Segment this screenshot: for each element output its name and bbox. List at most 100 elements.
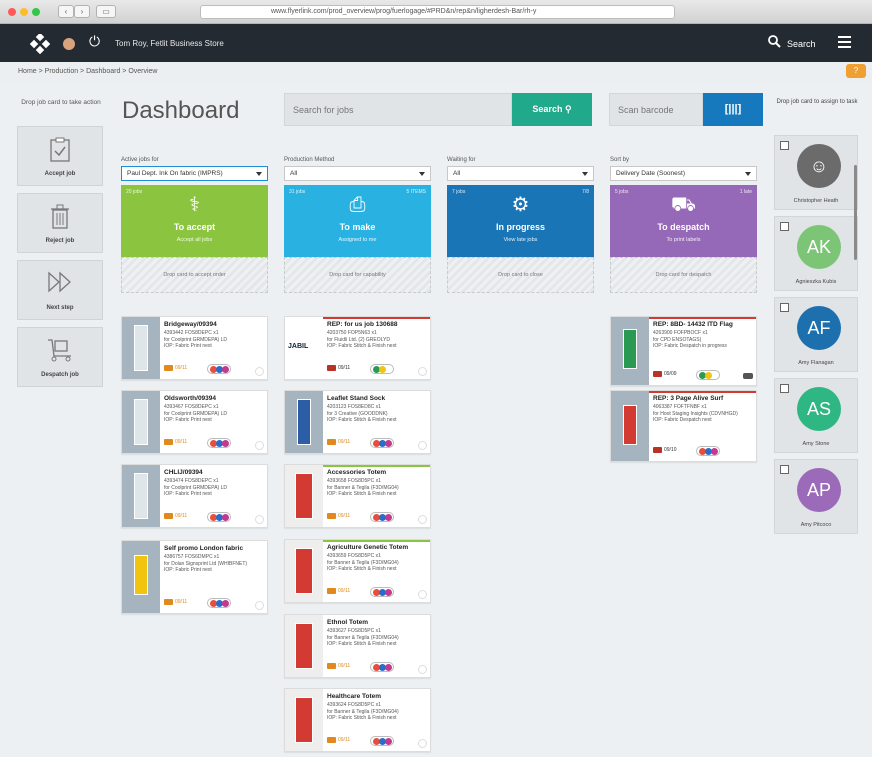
assign-column: Drop job card to assign to task [772, 98, 862, 128]
sidebar-toggle-icon[interactable]: ▭ [96, 5, 116, 18]
assignee-checkbox[interactable] [780, 222, 789, 231]
stage-to-make[interactable]: 31 jobs 5 ITEMS ⎙ To make Assigned to me [284, 185, 431, 257]
header-search-button[interactable]: Search [787, 39, 816, 49]
production-method-select[interactable]: All [284, 166, 431, 181]
job-card[interactable]: Accessories Totem 4393658 FOS8D5PC x1 for… [284, 464, 431, 528]
job-meta: 4393442 FOS8DEPC x1 for Coolprint GRMDEPA… [164, 330, 264, 350]
breadcrumb[interactable]: Home > Production > Dashboard > Overview [0, 62, 872, 82]
printer-icon: ⎙ [349, 194, 366, 216]
back-icon[interactable]: ‹ [58, 5, 74, 18]
help-tab[interactable]: ? [846, 64, 866, 78]
select-card-checkbox[interactable] [418, 665, 427, 674]
assignee-photo: ☺ [797, 144, 841, 188]
sort-by-select[interactable]: Delivery Date (Soonest) [610, 166, 757, 181]
select-card-checkbox[interactable] [418, 590, 427, 599]
logo-icon[interactable] [30, 34, 50, 54]
job-meta: 4386757 FOS6DMPC x1 for Dolan Signsprint … [164, 554, 264, 574]
assignee-card[interactable]: AF Amy Flanagan [774, 297, 858, 372]
select-card-checkbox[interactable] [255, 515, 264, 524]
job-thumbnail [122, 391, 160, 453]
job-card[interactable]: JABIL REP: for us job 130688 4203750 FOP… [284, 316, 431, 380]
assignee-checkbox[interactable] [780, 384, 789, 393]
assignee-checkbox[interactable] [780, 465, 789, 474]
job-card[interactable]: Ethnol Totem 4393627 FOS8D5PC x1 for Bann… [284, 614, 431, 678]
job-card[interactable]: REP: 8BD- 14432 ITD Flag 4263900 FOFPBOC… [610, 316, 757, 386]
hamburger-menu-icon[interactable] [838, 36, 851, 51]
stage-sub-link[interactable]: View late jobs [447, 237, 594, 243]
filter-label: Active jobs for [121, 157, 159, 163]
assignee-card[interactable]: AK Agnieszka Kubis [774, 216, 858, 291]
stage-sub-link[interactable]: Assigned to me [284, 237, 431, 243]
job-title: REP: 8BD- 14432 ITD Flag [653, 321, 733, 328]
job-status: IOP: Fabric Stitch & Finish next [327, 491, 397, 497]
job-meta: 4393658 FOS8D5PC x1 for Banner & Tegila (… [327, 478, 427, 498]
accept-job-target[interactable]: Accept job [17, 126, 103, 186]
stage-sub-link[interactable]: Accept all jobs [121, 237, 268, 243]
drop-zone[interactable]: Drop card for despatch [610, 257, 757, 293]
job-card[interactable]: Oldsworth/09394 4393467 FOS8DEPC x1 for C… [121, 390, 268, 454]
address-bar[interactable]: www.flyerlink.com/prod_overview/prog/fue… [200, 5, 675, 19]
select-card-checkbox[interactable] [418, 441, 427, 450]
filter-label: Sort by [610, 157, 630, 163]
assignee-card[interactable]: AS Amy Stone [774, 378, 858, 453]
despatch-job-target[interactable]: Despatch job [17, 327, 103, 387]
search-icon[interactable] [768, 35, 781, 48]
due-date: 09/11 [338, 365, 351, 371]
job-status: IOP: Fabric Stitch & Finish next [327, 715, 397, 721]
card-footer: 09/11 [164, 512, 264, 522]
accept-job-label: Accept job [44, 171, 76, 177]
stage-to-accept[interactable]: 20 jobs ⚕ To accept Accept all jobs [121, 185, 268, 257]
select-card-checkbox[interactable] [418, 515, 427, 524]
job-card[interactable]: Self promo London fabric 4386757 FOS6DMP… [121, 540, 268, 614]
job-card[interactable]: Healthcare Totem 4393624 FOS8D5PC x1 for … [284, 688, 431, 752]
power-icon[interactable]: ⏻ [89, 33, 100, 50]
next-step-target[interactable]: Next step [17, 260, 103, 320]
barcode-scan-button[interactable]: [|||] [703, 93, 763, 126]
magnifier-icon: ⚲ [564, 104, 572, 114]
job-card[interactable]: CHLIJ/09394 4393474 FOS8DEPC x1 for Coolp… [121, 464, 268, 528]
job-meta: 4393627 FOS8D5PC x1 for Banner & Tegila (… [327, 628, 427, 648]
column-to-make: Production Method All 31 jobs 5 ITEMS ⎙ … [284, 157, 431, 293]
job-card[interactable]: Bridgeway/09394 4393442 FOS8DEPC x1 for C… [121, 316, 268, 380]
reject-job-target[interactable]: Reject job [17, 193, 103, 253]
assignee-checkbox[interactable] [780, 141, 789, 150]
active-jobs-select[interactable]: Paul Dept. Ink On fabric (IMPRS) [121, 166, 268, 181]
close-window-icon[interactable] [8, 8, 16, 16]
select-card-checkbox[interactable] [255, 601, 264, 610]
stage-sub-link[interactable]: To print labels [610, 237, 757, 243]
stage-to-despatch[interactable]: 5 jobs 1 late ⛟ To despatch To print lab… [610, 185, 757, 257]
minimize-window-icon[interactable] [20, 8, 28, 16]
assignee-checkbox[interactable] [780, 303, 789, 312]
job-search-button[interactable]: Search ⚲ [512, 93, 592, 126]
select-card-checkbox[interactable] [255, 367, 264, 376]
job-card[interactable]: REP: 3 Page Alive Surf 4063387 FOFTFNBF … [610, 390, 757, 462]
assignee-card[interactable]: ☺ Christopher Heath [774, 135, 858, 210]
column-to-accept: Active jobs for Paul Dept. Ink On fabric… [121, 157, 268, 293]
job-title: Accessories Totem [327, 469, 387, 476]
user-avatar[interactable] [63, 38, 75, 50]
stage-in-progress[interactable]: 7 jobs 7/8 ⚙ In progress View late jobs [447, 185, 594, 257]
card-footer: 09/11 [327, 438, 427, 448]
drop-zone[interactable]: Drop card to accept order [121, 257, 268, 293]
drop-zone[interactable]: Drop card to close [447, 257, 594, 293]
assignee-card[interactable]: AP Amy Pitcoco [774, 459, 858, 534]
select-card-checkbox[interactable] [255, 441, 264, 450]
job-card[interactable]: Agriculture Genetic Totem 4393659 FOS8D5… [284, 539, 431, 603]
job-card[interactable]: Leaflet Stand Sock 4203123 FOS8ED8C x1 fo… [284, 390, 431, 454]
select-value: Paul Dept. Ink On fabric (IMPRS) [127, 170, 223, 177]
job-title: REP: 3 Page Alive Surf [653, 395, 724, 402]
zoom-window-icon[interactable] [32, 8, 40, 16]
due-date: 09/11 [338, 588, 351, 594]
barcode-input[interactable] [609, 93, 703, 126]
select-card-checkbox[interactable] [418, 367, 427, 376]
waiting-for-select[interactable]: All [447, 166, 594, 181]
job-status: IOP: Fabric Stitch & Finish next [327, 417, 397, 423]
card-footer: 09/09 [653, 370, 753, 380]
filter-label: Waiting for [447, 157, 476, 163]
assign-scrollbar[interactable] [854, 165, 857, 260]
job-search-input[interactable] [284, 93, 512, 126]
colour-pill [370, 364, 394, 374]
select-card-checkbox[interactable] [418, 739, 427, 748]
drop-zone[interactable]: Drop card for capability [284, 257, 431, 293]
forward-icon[interactable]: › [74, 5, 90, 18]
